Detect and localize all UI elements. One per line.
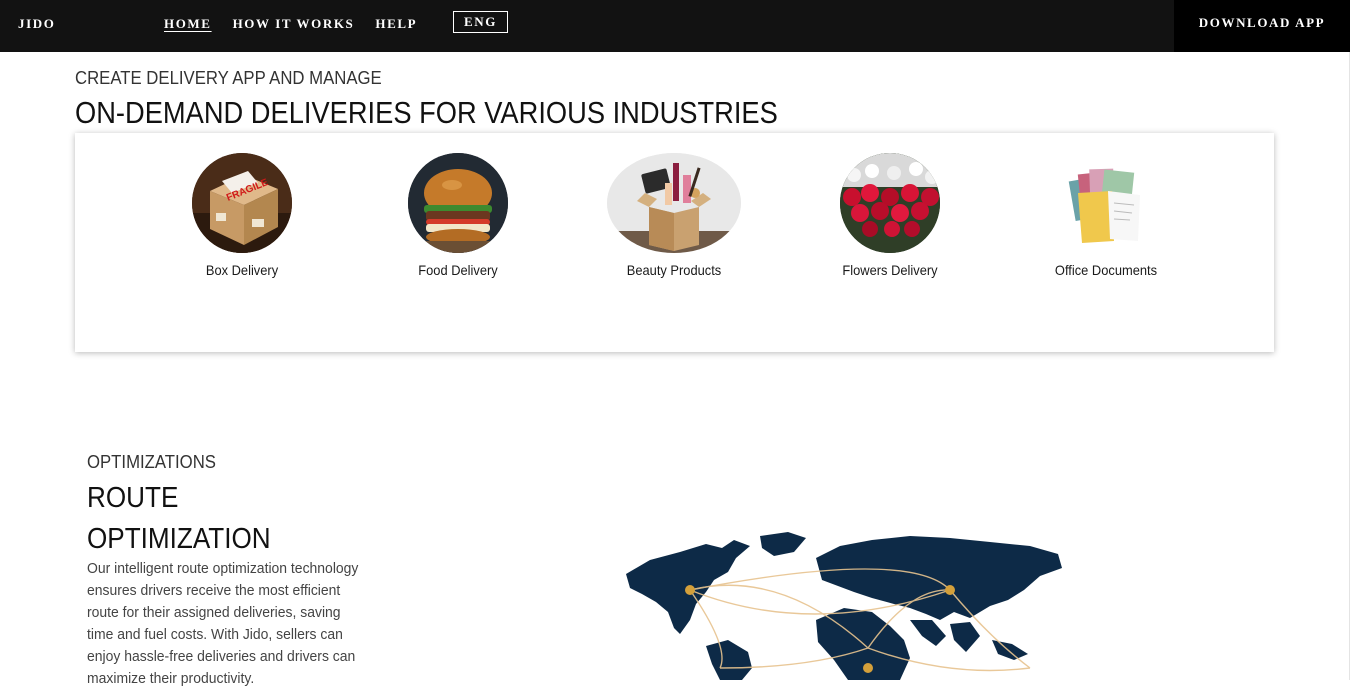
nav-home-link[interactable]: HOME	[164, 16, 212, 32]
industry-label: Box Delivery	[205, 262, 279, 278]
greenland-shape	[760, 532, 806, 556]
industry-food-delivery[interactable]: Food Delivery	[358, 153, 558, 278]
industry-office-documents[interactable]: Office Documents	[1006, 153, 1206, 278]
islands-shape	[992, 640, 1028, 660]
main-nav: HOME HOW IT WORKS HELP	[164, 16, 417, 32]
fragile-box-icon: FRAGILE	[192, 153, 292, 253]
download-app-button[interactable]: DOWNLOAD APP	[1174, 0, 1350, 52]
burger-icon	[408, 153, 508, 253]
brand-logo[interactable]: JIDO	[18, 16, 55, 32]
nav-help-link[interactable]: HELP	[375, 16, 417, 32]
industry-flowers-delivery[interactable]: Flowers Delivery	[790, 153, 990, 278]
india-shape	[950, 622, 980, 652]
optimization-title: ROUTE OPTIMIZATION	[87, 482, 271, 555]
language-selector[interactable]: ENG	[453, 11, 508, 33]
industries-headline: ON-DEMAND DELIVERIES FOR VARIOUS INDUSTR…	[75, 95, 778, 130]
industry-beauty-products[interactable]: Beauty Products	[574, 153, 774, 278]
eurasia-shape	[816, 536, 1062, 620]
industry-label: Flowers Delivery	[842, 262, 938, 278]
south-asia-shape	[910, 620, 946, 646]
optimization-description: Our intelligent route optimization techn…	[87, 560, 359, 687]
folders-icon	[1056, 153, 1156, 253]
optimization-kicker: OPTIMIZATIONS	[87, 452, 216, 472]
industry-label: Food Delivery	[418, 262, 498, 278]
nav-how-it-works-link[interactable]: HOW IT WORKS	[233, 16, 355, 32]
world-map-illustration	[626, 532, 1062, 680]
south-america-shape	[706, 640, 752, 680]
cosmetics-box-icon	[607, 153, 741, 253]
industry-label: Beauty Products	[626, 262, 722, 278]
top-navbar: JIDO HOME HOW IT WORKS HELP ENG DOWNLOAD…	[0, 0, 1350, 52]
industries-card: FRAGILE Box Delivery Food Delivery Beaut…	[75, 133, 1274, 352]
industries-kicker: CREATE DELIVERY APP AND MANAGE	[75, 68, 382, 88]
roses-icon	[840, 153, 940, 253]
industry-label: Office Documents	[1054, 262, 1158, 278]
industry-box-delivery[interactable]: FRAGILE Box Delivery	[142, 153, 342, 278]
